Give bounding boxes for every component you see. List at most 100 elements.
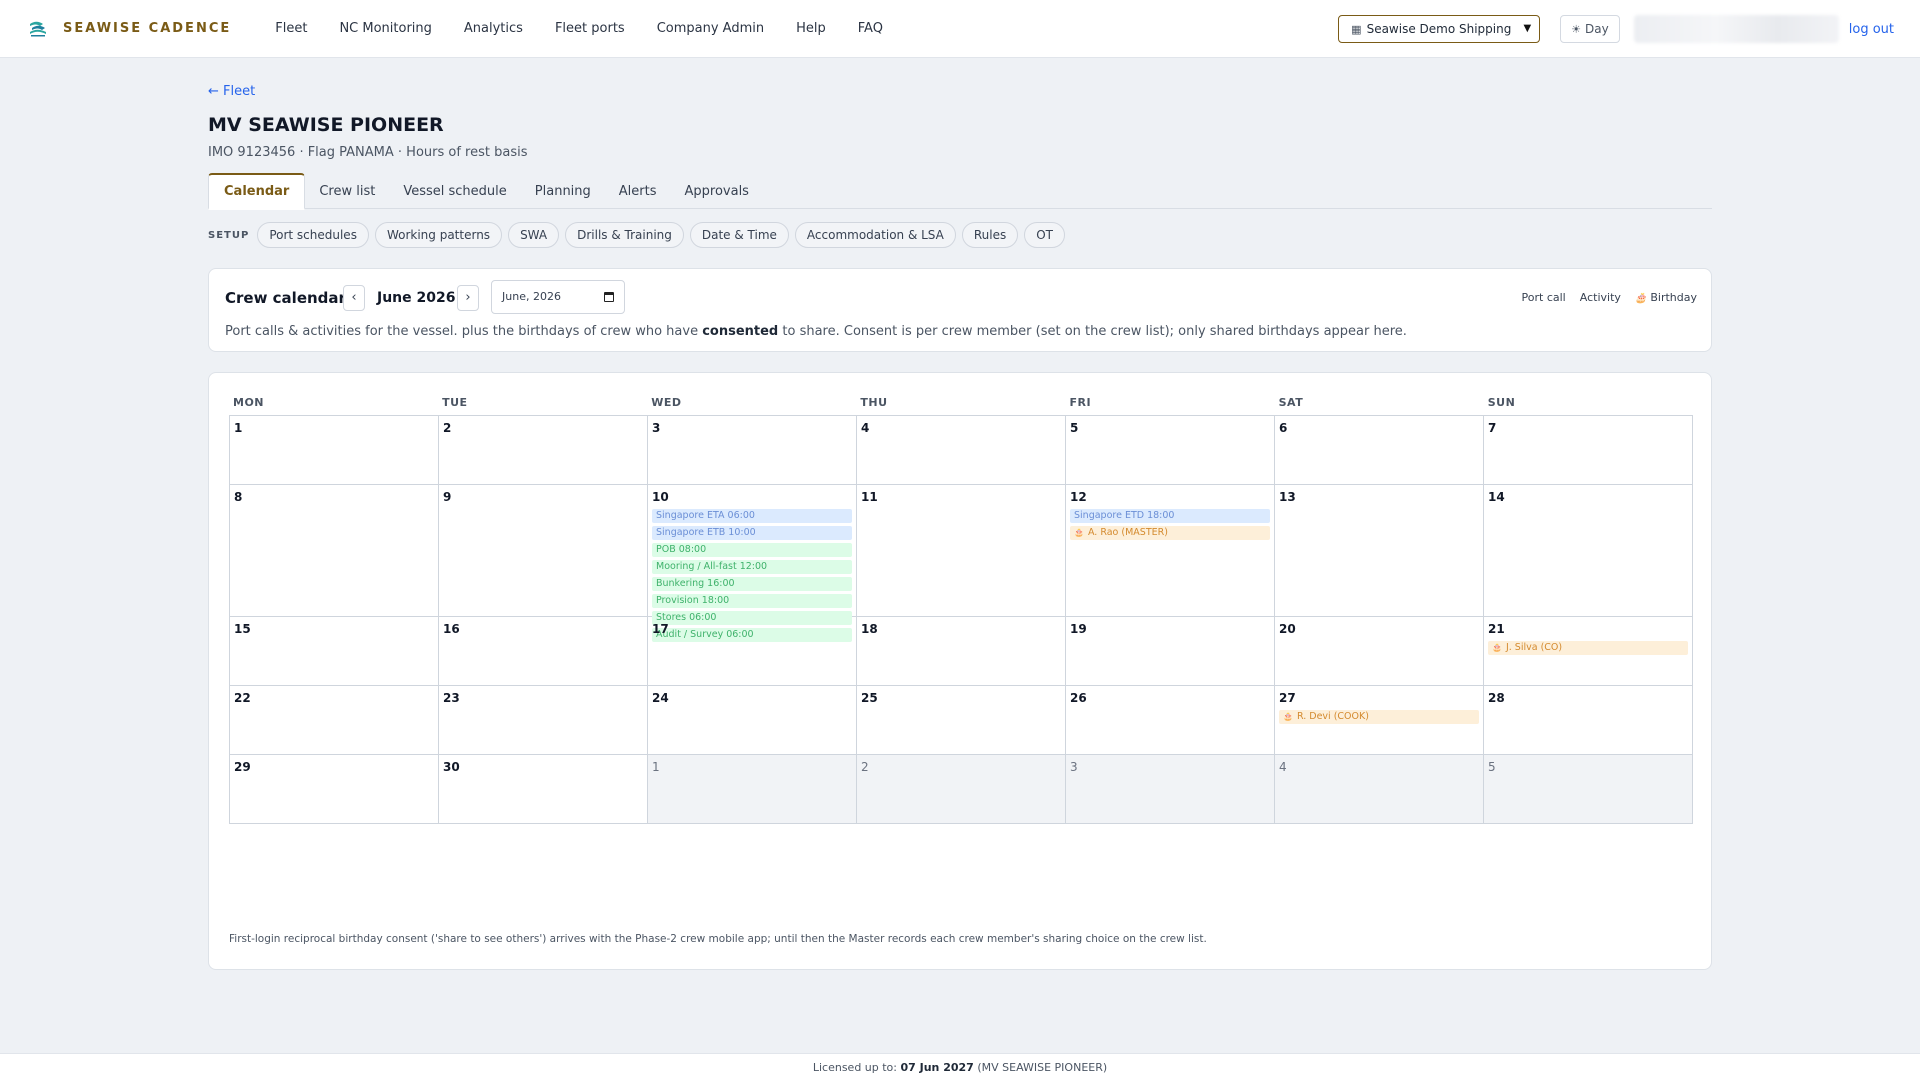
back-to-fleet-link[interactable]: ← Fleet [208, 84, 255, 99]
nav-analytics[interactable]: Analytics [464, 21, 523, 36]
theme-toggle-button[interactable]: ☀ Day [1560, 15, 1620, 43]
port-call-event[interactable]: Singapore ETA 06:00 [652, 509, 852, 523]
week-row: 8 9 10 Singapore ETA 06:00 Singapore ETB 10:… [230, 485, 1693, 642]
calendar-icon[interactable] [604, 292, 614, 302]
event-label: Singapore ETA 06:00 [656, 510, 755, 521]
nav-nc-monitoring[interactable]: NC Monitoring [339, 21, 431, 36]
setup-bar: SETUP Port schedules Working patterns SW… [208, 222, 1071, 248]
day-cell[interactable]: 14 [1484, 485, 1693, 617]
weekday-wed: WED [651, 396, 682, 409]
tab-calendar[interactable]: Calendar [208, 173, 306, 210]
day-cell-other-month[interactable]: 4 [1275, 755, 1484, 824]
birthday-event[interactable]: 🎂 R. Devi (COOK) [1279, 710, 1479, 724]
day-cell[interactable]: 26 [1066, 686, 1275, 755]
weekday-sat: SAT [1278, 396, 1304, 409]
day-cell[interactable]: 15 [230, 617, 439, 686]
day-cell[interactable]: 24 [648, 686, 857, 755]
day-cell[interactable]: 12 Singapore ETD 18:00 🎂 A. Rao (MASTER) [1066, 485, 1275, 617]
setup-date-time[interactable]: Date & Time [689, 222, 789, 248]
day-number: 19 [1070, 622, 1087, 636]
day-number: 29 [234, 760, 251, 774]
port-call-event[interactable]: Singapore ETB 10:00 [652, 526, 852, 540]
month-picker-input[interactable]: June, 2026 [491, 280, 625, 314]
calendar-description: Port calls & activities for the vessel. … [225, 324, 1407, 339]
setup-ot[interactable]: OT [1024, 222, 1066, 248]
day-cell[interactable]: 17 [648, 617, 857, 686]
day-cell[interactable]: 30 [439, 755, 648, 824]
nav-help[interactable]: Help [796, 21, 826, 36]
tab-crew-list[interactable]: Crew list [305, 173, 389, 209]
day-cell[interactable]: 3 [648, 416, 857, 485]
day-cell[interactable]: 8 [230, 485, 439, 617]
day-cell[interactable]: 25 [857, 686, 1066, 755]
crew-calendar-title: Crew calendar [225, 289, 346, 307]
company-select[interactable]: ▦ Seawise Demo Shipping ▼ [1338, 15, 1541, 43]
legend-birthday: Birthday [1650, 291, 1697, 304]
tab-vessel-schedule[interactable]: Vessel schedule [389, 173, 520, 209]
birthday-event[interactable]: 🎂 J. Silva (CO) [1488, 641, 1688, 655]
day-cell[interactable]: 10 Singapore ETA 06:00 Singapore ETB 10:00… [648, 485, 857, 642]
day-cell[interactable]: 18 [857, 617, 1066, 686]
logout-link[interactable]: log out [1849, 22, 1894, 37]
license-suffix: (MV SEAWISE PIONEER) [973, 1061, 1108, 1074]
company-select-value: Seawise Demo Shipping [1366, 22, 1512, 36]
day-cell[interactable]: 28 [1484, 686, 1693, 755]
week-row: 15 16 17 18 19 20 21 🎂 J. Silva (CO) [230, 617, 1693, 686]
day-cell[interactable]: 4 [857, 416, 1066, 485]
day-cell[interactable]: 2 [439, 416, 648, 485]
tab-alerts[interactable]: Alerts [605, 173, 671, 209]
day-cell[interactable]: 21 🎂 J. Silva (CO) [1484, 617, 1693, 686]
day-cell-other-month[interactable]: 5 [1484, 755, 1693, 824]
setup-accommodation-lsa[interactable]: Accommodation & LSA [794, 222, 956, 248]
setup-swa[interactable]: SWA [508, 222, 560, 248]
day-cell-other-month[interactable]: 2 [857, 755, 1066, 824]
activity-event[interactable]: Provision 18:00 [652, 594, 852, 608]
nav-fleet[interactable]: Fleet [275, 21, 307, 36]
brand[interactable]: SEAWISE CADENCE [27, 18, 231, 40]
event-label: Bunkering 16:00 [656, 578, 735, 589]
day-cell-other-month[interactable]: 1 [648, 755, 857, 824]
day-number: 14 [1488, 490, 1505, 504]
day-cell[interactable]: 29 [230, 755, 439, 824]
day-cell[interactable]: 19 [1066, 617, 1275, 686]
event-label: J. Silva (CO) [1505, 642, 1563, 653]
day-number: 25 [861, 691, 878, 705]
day-cell[interactable]: 11 [857, 485, 1066, 617]
nav-fleet-ports[interactable]: Fleet ports [555, 21, 625, 36]
setup-port-schedules[interactable]: Port schedules [257, 222, 369, 248]
day-cell-other-month[interactable]: 3 [1066, 755, 1275, 824]
setup-drills-training[interactable]: Drills & Training [565, 222, 684, 248]
day-cell[interactable]: 13 [1275, 485, 1484, 617]
activity-event[interactable]: Mooring / All-fast 12:00 [652, 560, 852, 574]
day-number: 22 [234, 691, 251, 705]
nav-faq[interactable]: FAQ [858, 21, 883, 36]
setup-working-patterns[interactable]: Working patterns [374, 222, 503, 248]
day-cell[interactable]: 16 [439, 617, 648, 686]
tab-planning[interactable]: Planning [521, 173, 605, 209]
day-cell[interactable]: 20 [1275, 617, 1484, 686]
day-cell[interactable]: 7 [1484, 416, 1693, 485]
day-cell[interactable]: 9 [439, 485, 648, 617]
day-cell[interactable]: 22 [230, 686, 439, 755]
birthday-event[interactable]: 🎂 A. Rao (MASTER) [1070, 526, 1270, 540]
tab-approvals[interactable]: Approvals [671, 173, 763, 209]
event-label: POB 08:00 [656, 544, 707, 555]
nav-company-admin[interactable]: Company Admin [657, 21, 764, 36]
day-number: 13 [1279, 490, 1296, 504]
license-date: 07 Jun 2027 [900, 1061, 974, 1074]
prev-month-button[interactable]: ‹ [343, 285, 365, 311]
port-call-event[interactable]: Singapore ETD 18:00 [1070, 509, 1270, 523]
day-cell[interactable]: 6 [1275, 416, 1484, 485]
day-number: 5 [1488, 760, 1496, 774]
day-cell[interactable]: 23 [439, 686, 648, 755]
theme-toggle-label: Day [1585, 22, 1609, 36]
weekday-sun: SUN [1487, 396, 1516, 409]
day-cell[interactable]: 1 [230, 416, 439, 485]
activity-event[interactable]: POB 08:00 [652, 543, 852, 557]
day-cell[interactable]: 5 [1066, 416, 1275, 485]
day-cell[interactable]: 27 🎂 R. Devi (COOK) [1275, 686, 1484, 755]
activity-event[interactable]: Bunkering 16:00 [652, 577, 852, 591]
day-number: 30 [443, 760, 460, 774]
setup-rules[interactable]: Rules [961, 222, 1019, 248]
next-month-button[interactable]: › [457, 285, 479, 311]
